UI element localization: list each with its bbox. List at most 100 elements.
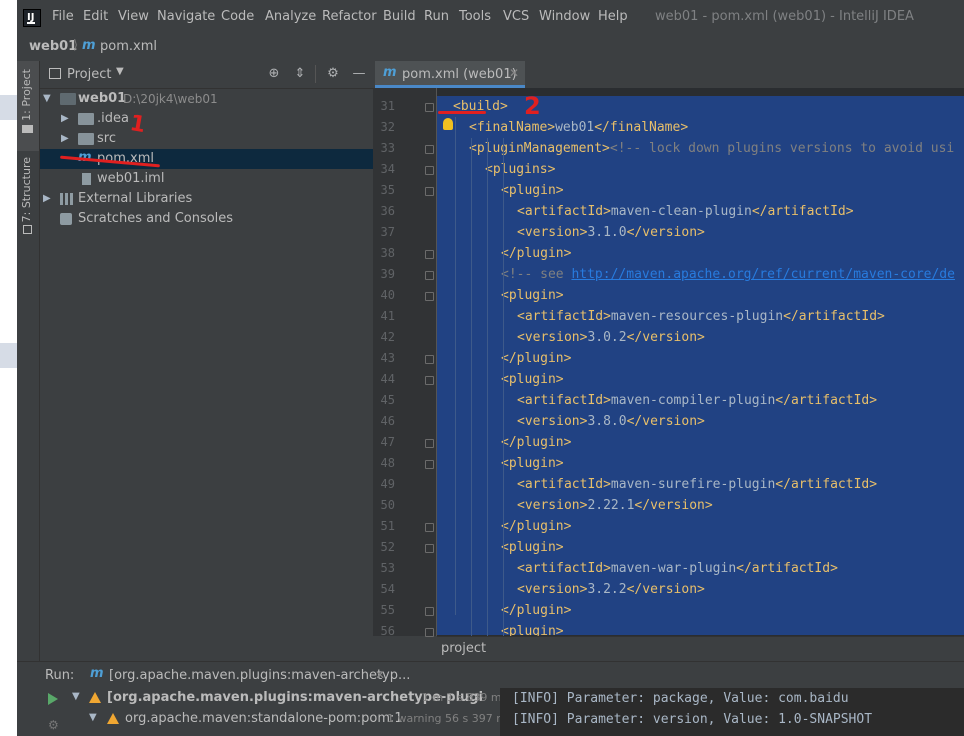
line-number: 48 (380, 456, 395, 470)
fold-marker-icon[interactable] (425, 523, 434, 532)
editor-gutter: 31 32 33 34 35 36 37 38 39 40 41 42 43 44 45 46 47 48 49 50… (373, 88, 437, 638)
menu-window[interactable]: Window (539, 9, 590, 24)
menu-help[interactable]: Help (598, 9, 628, 24)
code-line: </plugin> (501, 603, 572, 618)
tree-item-scratches[interactable]: Scratches and Consoles (40, 209, 373, 229)
menu-code[interactable]: Code (221, 9, 254, 24)
console-output[interactable]: [INFO] Parameter: package, Value: com.ba… (500, 688, 964, 736)
nav-separator-icon: ⟩ (73, 38, 79, 53)
line-number: 49 (380, 477, 395, 491)
run-tab[interactable]: [org.apache.maven.plugins:maven-archetyp… (109, 668, 410, 683)
fold-marker-icon[interactable] (425, 145, 434, 154)
window-title: web01 - pom.xml (web01) - IntelliJ IDEA (655, 9, 914, 24)
menu-view[interactable]: View (118, 9, 149, 24)
code-editor[interactable]: <build> <finalName>web01</finalName> <plug… (437, 88, 964, 636)
fold-marker-icon[interactable] (425, 292, 434, 301)
scratches-icon (60, 213, 72, 225)
expand-arrow-icon[interactable]: ▼ (43, 89, 51, 109)
code-line: <plugin> (501, 288, 564, 303)
close-icon[interactable]: ✕ (375, 668, 385, 682)
fold-marker-icon[interactable] (425, 166, 434, 175)
code-line: <plugin> (501, 372, 564, 387)
tree-root-web01[interactable]: ▼ web01 D:\20jk4\web01 (40, 89, 373, 109)
warning-icon (89, 692, 101, 703)
code-line: <plugins> (485, 162, 556, 177)
code-line: <version>3.1.0</version> (517, 225, 705, 240)
line-number: 55 (380, 603, 395, 617)
expand-arrow-icon[interactable]: ▼ (89, 712, 97, 723)
code-line: <version>3.8.0</version> (517, 414, 705, 429)
tool-window-strip: 1: Project 7: Structure (17, 61, 40, 661)
indent-guide (503, 138, 504, 636)
expand-arrow-icon[interactable]: ▼ (72, 691, 80, 702)
menu-refactor[interactable]: Refactor (322, 9, 377, 24)
code-line: </plugin> (501, 519, 572, 534)
menu-edit[interactable]: Edit (83, 9, 108, 24)
fold-marker-icon[interactable] (425, 628, 434, 637)
fold-marker-icon[interactable] (425, 607, 434, 616)
fold-marker-icon[interactable] (425, 103, 434, 112)
collapsed-arrow-icon[interactable]: ▶ (61, 129, 69, 149)
fold-marker-icon[interactable] (425, 250, 434, 259)
tree-item-src[interactable]: ▶ src (40, 129, 373, 149)
run-label: Run: (45, 668, 75, 683)
tree-item-label: src (97, 131, 116, 146)
maven-icon: m (90, 666, 104, 681)
tree-item-external-libraries[interactable]: ▶ External Libraries (40, 189, 373, 209)
rerun-icon[interactable] (48, 693, 58, 705)
fold-marker-icon[interactable] (425, 460, 434, 469)
line-number: 45 (380, 393, 395, 407)
line-number: 41 (380, 309, 395, 323)
line-number: 37 (380, 225, 395, 239)
line-number: 56 (380, 624, 395, 638)
intention-bulb-icon[interactable] (443, 118, 453, 130)
tree-item-web01-iml[interactable]: web01.iml (40, 169, 373, 189)
hide-panel-icon[interactable]: — (351, 66, 367, 82)
code-line: </plugin> (501, 351, 572, 366)
menu-vcs[interactable]: VCS (503, 9, 529, 24)
menu-build[interactable]: Build (383, 9, 416, 24)
line-number: 38 (380, 246, 395, 260)
tree-item-idea[interactable]: ▶ .idea (40, 109, 373, 129)
nav-file[interactable]: pom.xml (100, 39, 157, 54)
menu-navigate[interactable]: Navigate (157, 9, 215, 24)
line-number: 42 (380, 330, 395, 344)
fold-marker-icon[interactable] (425, 271, 434, 280)
run-toolbar: Run: m [org.apache.maven.plugins:maven-a… (17, 661, 964, 689)
nav-project[interactable]: web01 (29, 39, 77, 54)
background-window-strip (0, 0, 17, 736)
tab-label: pom.xml (web01) (402, 67, 517, 82)
menu-analyze[interactable]: Analyze (265, 9, 316, 24)
divider (315, 65, 316, 83)
editor-tab-pom-xml[interactable]: m pom.xml (web01) ✕ (375, 61, 525, 88)
settings-icon[interactable]: ⚙ (48, 718, 59, 732)
fold-marker-icon[interactable] (425, 544, 434, 553)
collapse-all-icon[interactable]: ⇕ (292, 66, 308, 82)
line-number: 34 (380, 162, 395, 176)
fold-marker-icon[interactable] (425, 187, 434, 196)
structure-tool-tab[interactable]: 7: Structure (17, 153, 39, 243)
close-icon[interactable]: ✕ (509, 66, 519, 80)
maven-icon: m (82, 38, 96, 53)
indent-guide (471, 138, 472, 636)
menu-tools[interactable]: Tools (459, 9, 491, 24)
locate-icon[interactable]: ⊕ (266, 66, 282, 82)
code-line: <artifactId>maven-compiler-plugin</artif… (517, 393, 878, 408)
fold-marker-icon[interactable] (425, 376, 434, 385)
menu-file[interactable]: File (52, 9, 74, 24)
code-line: <artifactId>maven-clean-plugin</artifact… (517, 204, 854, 219)
line-number: 35 (380, 183, 395, 197)
fold-marker-icon[interactable] (425, 355, 434, 364)
menu-run[interactable]: Run (424, 9, 449, 24)
gear-icon[interactable]: ⚙ (325, 66, 341, 82)
project-view-selector[interactable]: Project (67, 67, 111, 82)
chevron-down-icon[interactable]: ▼ (116, 66, 124, 77)
collapsed-arrow-icon[interactable]: ▶ (43, 189, 51, 209)
collapsed-arrow-icon[interactable]: ▶ (61, 109, 69, 129)
run-tree-item[interactable]: org.apache.maven:standalone-pom:pom:1 (125, 711, 403, 726)
project-tab-label: 1: Project (20, 69, 33, 121)
project-tool-tab[interactable]: 1: Project (17, 61, 39, 151)
fold-marker-icon[interactable] (425, 439, 434, 448)
breadcrumb-item[interactable]: project (441, 641, 486, 656)
annotation-underline-build (438, 111, 486, 114)
